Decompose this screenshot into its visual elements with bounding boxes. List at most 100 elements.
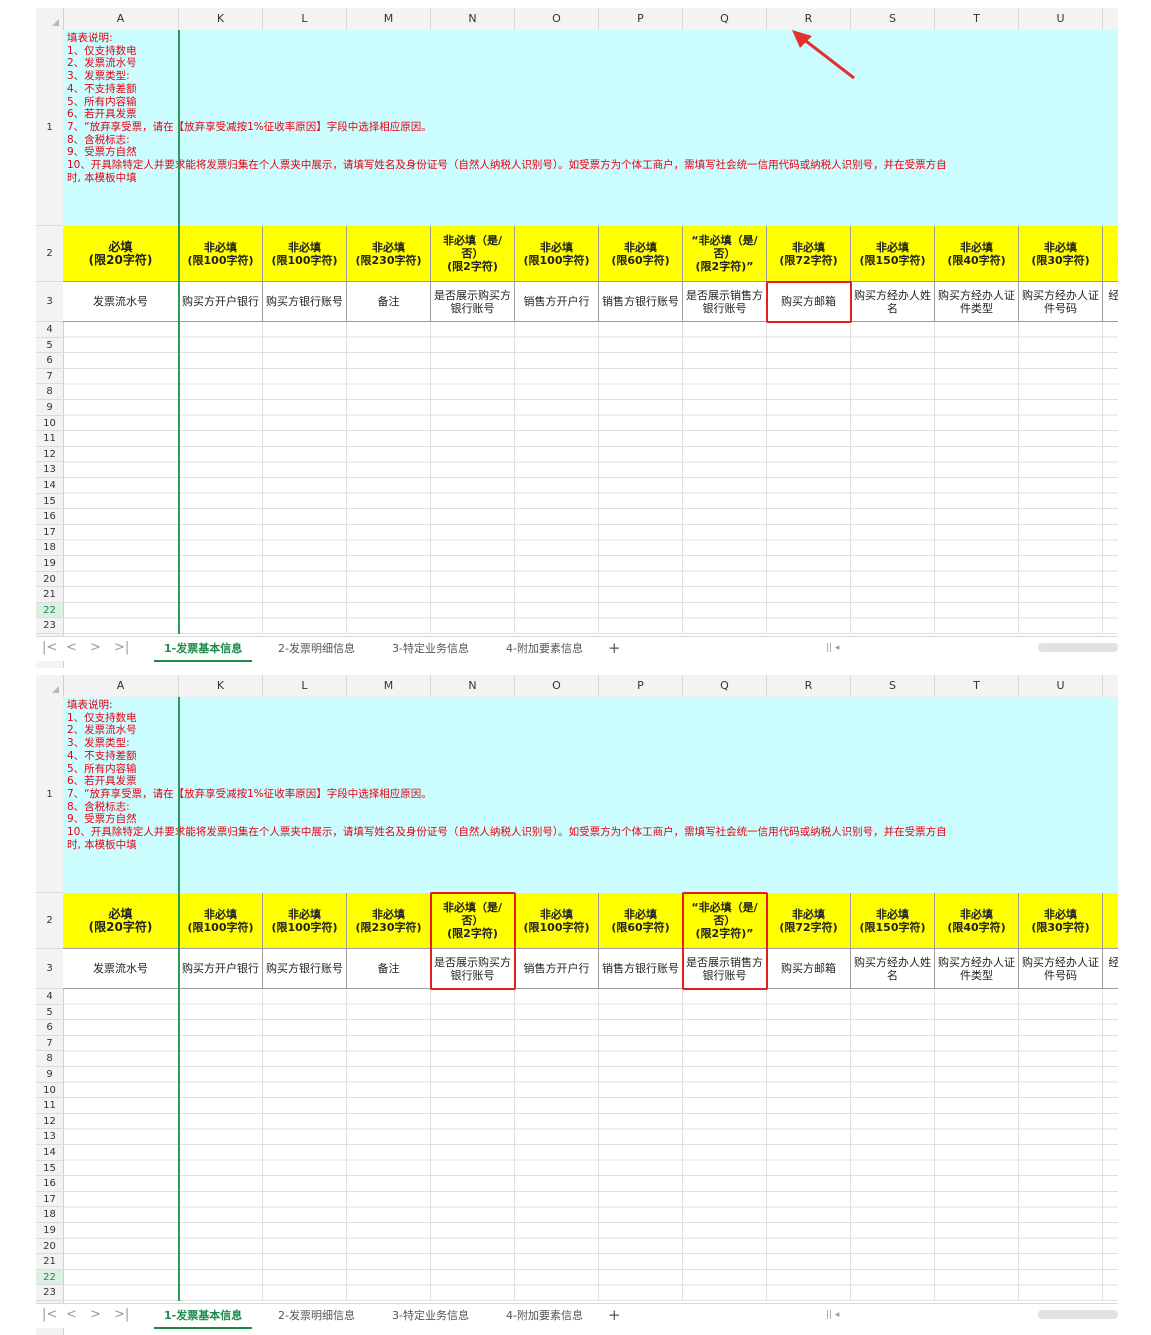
row2-cell-Q[interactable]: “非必填（是/否） (限2字符)” xyxy=(683,226,767,282)
row2-cell-P[interactable]: 非必填 (限60字符) xyxy=(599,893,683,949)
select-all-corner[interactable] xyxy=(36,675,64,697)
row3-cell-P[interactable]: 销售方银行账号 xyxy=(599,949,683,989)
row2-cell-N[interactable]: 非必填（是/否） (限2字符) xyxy=(431,893,515,949)
freeze-pane-line[interactable] xyxy=(178,697,180,1301)
row2-cell-M[interactable]: 非必填 (限230字符) xyxy=(347,226,431,282)
row2-cell-U[interactable]: 非必填 (限30字符) xyxy=(1019,893,1103,949)
row2-cell-U[interactable]: 非必填 (限30字符) xyxy=(1019,226,1103,282)
sheet-tab-4[interactable]: 4-附加要素信息 xyxy=(496,637,593,660)
row-header-2[interactable]: 2 xyxy=(36,893,63,949)
row-header-17[interactable]: 17 xyxy=(36,1192,63,1208)
row3-cell-K[interactable]: 购买方开户银行 xyxy=(179,949,263,989)
horizontal-scrollbar-thumb[interactable] xyxy=(1038,643,1118,652)
row3-cell-T[interactable]: 购买方经办人证件类型 xyxy=(935,282,1019,322)
instructions-cell[interactable]: 填表说明: 1、仅支持数电 2、发票流水号 3、发票类型: 4、不支持差额 5、所有内容输… xyxy=(63,697,1118,894)
row2-cell-O[interactable]: 非必填 (限100字符) xyxy=(515,226,599,282)
row3-cell-N[interactable]: 是否展示购买方银行账号 xyxy=(431,282,515,322)
row-header-14[interactable]: 14 xyxy=(36,1145,63,1161)
row2-cell-A[interactable]: 必填 (限20字符) xyxy=(63,893,179,949)
row-header-4[interactable]: 4 xyxy=(36,322,63,338)
column-header-Q[interactable]: Q xyxy=(683,675,767,697)
row-header-20[interactable]: 20 xyxy=(36,1239,63,1255)
row-header-6[interactable]: 6 xyxy=(36,1020,63,1036)
row2-cell-V[interactable]: 非必 (限40 xyxy=(1103,893,1118,949)
row-header-10[interactable]: 10 xyxy=(36,1083,63,1099)
add-sheet-icon[interactable]: + xyxy=(598,637,631,660)
row3-cell-L[interactable]: 购买方银行账号 xyxy=(263,282,347,322)
row2-cell-T[interactable]: 非必填 (限40字符) xyxy=(935,226,1019,282)
row3-cell-T[interactable]: 购买方经办人证件类型 xyxy=(935,949,1019,989)
row-header-19[interactable]: 19 xyxy=(36,556,63,572)
row-header-5[interactable]: 5 xyxy=(36,338,63,354)
sheet-tab-3[interactable]: 3-特定业务信息 xyxy=(382,1304,479,1327)
sheet-tab-1[interactable]: 1-发票基本信息 xyxy=(154,1304,253,1329)
row3-cell-U[interactable]: 购买方经办人证件号码 xyxy=(1019,949,1103,989)
column-header-S[interactable]: S xyxy=(851,675,935,697)
select-all-corner[interactable] xyxy=(36,8,64,30)
column-header-P[interactable]: P xyxy=(599,675,683,697)
row-header-1[interactable]: 1 xyxy=(36,697,63,893)
row-header-12[interactable]: 12 xyxy=(36,1114,63,1130)
next-sheet-icon[interactable]: > xyxy=(90,640,101,655)
row2-cell-K[interactable]: 非必填 (限100字符) xyxy=(179,893,263,949)
row3-cell-O[interactable]: 销售方开户行 xyxy=(515,282,599,322)
column-header-A[interactable]: A xyxy=(63,675,179,697)
column-header-V[interactable]: V xyxy=(1103,8,1118,30)
row2-cell-M[interactable]: 非必填 (限230字符) xyxy=(347,893,431,949)
row2-cell-S[interactable]: 非必填 (限150字符) xyxy=(851,226,935,282)
column-header-L[interactable]: L xyxy=(263,8,347,30)
column-header-U[interactable]: U xyxy=(1019,8,1103,30)
row-header-2[interactable]: 2 xyxy=(36,226,63,282)
column-header-K[interactable]: K xyxy=(179,675,263,697)
row-header-5[interactable]: 5 xyxy=(36,1005,63,1021)
row-header-11[interactable]: 11 xyxy=(36,1098,63,1114)
row2-cell-Q[interactable]: “非必填（是/否） (限2字符)” xyxy=(683,893,767,949)
add-sheet-icon[interactable]: + xyxy=(598,1304,631,1327)
row2-cell-N[interactable]: 非必填（是/否） (限2字符) xyxy=(431,226,515,282)
first-sheet-icon[interactable]: |< xyxy=(42,1307,57,1322)
empty-cells-grid[interactable] xyxy=(63,322,1118,634)
row3-cell-M[interactable]: 备注 xyxy=(347,949,431,989)
row-header-3[interactable]: 3 xyxy=(36,949,63,989)
row3-cell-M[interactable]: 备注 xyxy=(347,282,431,322)
last-sheet-icon[interactable]: >| xyxy=(114,1307,129,1322)
row-header-11[interactable]: 11 xyxy=(36,431,63,447)
column-header-U[interactable]: U xyxy=(1019,675,1103,697)
row-header-19[interactable]: 19 xyxy=(36,1223,63,1239)
row3-cell-A[interactable]: 发票流水号 xyxy=(63,282,179,322)
column-header-T[interactable]: T xyxy=(935,675,1019,697)
row-header-3[interactable]: 3 xyxy=(36,282,63,322)
row-header-21[interactable]: 21 xyxy=(36,587,63,603)
row-header-9[interactable]: 9 xyxy=(36,400,63,416)
empty-cells-grid[interactable] xyxy=(63,989,1118,1301)
row-header-15[interactable]: 15 xyxy=(36,1161,63,1177)
column-header-M[interactable]: M xyxy=(347,675,431,697)
row3-cell-A[interactable]: 发票流水号 xyxy=(63,949,179,989)
row2-cell-R[interactable]: 非必填 (限72字符) xyxy=(767,226,851,282)
column-header-S[interactable]: S xyxy=(851,8,935,30)
row3-cell-U[interactable]: 购买方经办人证件号码 xyxy=(1019,282,1103,322)
row-header-21[interactable]: 21 xyxy=(36,1254,63,1270)
row-header-16[interactable]: 16 xyxy=(36,1176,63,1192)
column-header-V[interactable]: V xyxy=(1103,675,1118,697)
row3-cell-V[interactable]: 经办人(地区 xyxy=(1103,949,1118,989)
row2-cell-K[interactable]: 非必填 (限100字符) xyxy=(179,226,263,282)
column-header-O[interactable]: O xyxy=(515,675,599,697)
prev-sheet-icon[interactable]: < xyxy=(66,1307,77,1322)
row-header-10[interactable]: 10 xyxy=(36,416,63,432)
column-header-O[interactable]: O xyxy=(515,8,599,30)
row2-cell-R[interactable]: 非必填 (限72字符) xyxy=(767,893,851,949)
column-header-A[interactable]: A xyxy=(63,8,179,30)
row-header-17[interactable]: 17 xyxy=(36,525,63,541)
next-sheet-icon[interactable]: > xyxy=(90,1307,101,1322)
row-header-22[interactable]: 22 xyxy=(36,602,63,619)
row-header-1[interactable]: 1 xyxy=(36,30,63,226)
row2-cell-L[interactable]: 非必填 (限100字符) xyxy=(263,226,347,282)
row-header-18[interactable]: 18 xyxy=(36,540,63,556)
column-header-P[interactable]: P xyxy=(599,8,683,30)
row-header-18[interactable]: 18 xyxy=(36,1207,63,1223)
column-header-Q[interactable]: Q xyxy=(683,8,767,30)
row3-cell-R[interactable]: 购买方邮箱 xyxy=(767,949,851,989)
sheet-tab-2[interactable]: 2-发票明细信息 xyxy=(268,1304,365,1327)
horizontal-scrollbar-thumb[interactable] xyxy=(1038,1310,1118,1319)
